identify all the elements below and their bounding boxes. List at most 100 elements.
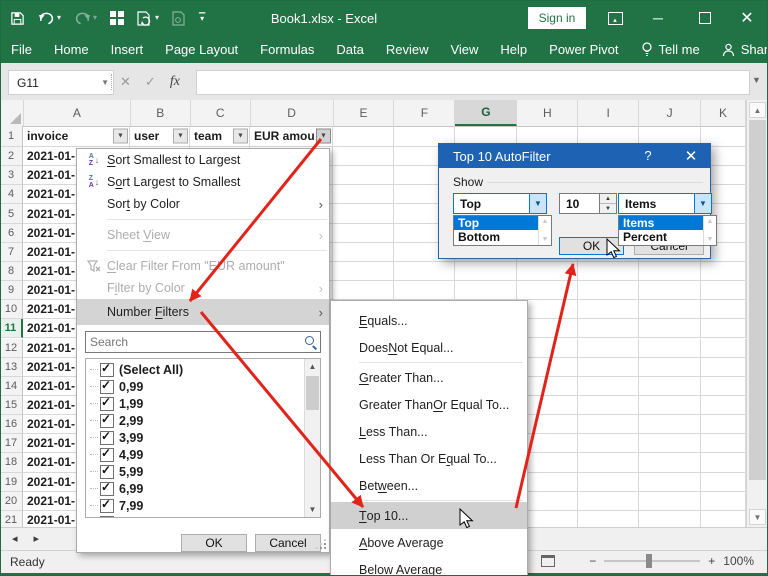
cell-K9[interactable] <box>701 281 746 301</box>
cell-K13[interactable] <box>701 357 746 377</box>
cell-I20[interactable] <box>578 491 639 511</box>
combo-dropdown-icon[interactable]: ▼ <box>694 194 711 213</box>
checkbox-checked-icon[interactable] <box>100 361 114 377</box>
tab-help[interactable]: Help <box>489 36 538 63</box>
checkbox-checked-icon[interactable] <box>100 446 114 462</box>
list-scroll-down-icon[interactable]: ▼ <box>305 502 320 517</box>
column-header-K[interactable]: K <box>701 100 747 126</box>
submenu-item-greater-than[interactable]: Greater Than... <box>331 364 527 391</box>
cell-I8[interactable] <box>578 261 639 282</box>
cell-I14[interactable] <box>578 376 639 396</box>
scroll-down-icon[interactable]: ▼ <box>749 509 766 525</box>
cell-I19[interactable] <box>578 472 639 492</box>
cell-J9[interactable] <box>639 281 701 301</box>
cell-J11[interactable] <box>639 319 701 339</box>
cell-K8[interactable] <box>701 261 746 282</box>
sheet-nav-left-icon[interactable]: ◂ <box>12 532 18 545</box>
search-icon[interactable] <box>302 334 320 350</box>
cell-E3[interactable] <box>333 166 394 186</box>
scroll-up-icon[interactable]: ▲ <box>749 102 766 118</box>
submenu-item-does-not-equal[interactable]: Does Not Equal... <box>331 334 527 361</box>
cell-B1[interactable]: user ▼ <box>130 126 190 147</box>
tab-review[interactable]: Review <box>375 36 440 63</box>
filter-dropdown-button-EUR-amou[interactable]: ▼ <box>316 128 331 144</box>
dialog-ok-button[interactable]: OK <box>559 237 624 255</box>
checkbox-checked-icon[interactable] <box>100 497 114 513</box>
option-top[interactable]: Top <box>454 216 538 230</box>
row-header-16[interactable]: 16 <box>0 415 23 435</box>
cell-D1[interactable]: EUR amou ▼ <box>250 126 333 147</box>
sign-in-button[interactable]: Sign in <box>528 7 586 29</box>
filter-search-box[interactable] <box>85 331 321 353</box>
share-button[interactable]: Share <box>711 36 768 63</box>
spinner-up-icon[interactable]: ▲ <box>600 194 616 204</box>
column-header-A[interactable]: A <box>24 100 131 126</box>
filter-value-row[interactable]: 2,99 <box>86 412 304 429</box>
row-header-5[interactable]: 5 <box>0 204 23 224</box>
cell-E7[interactable] <box>333 242 394 262</box>
checkbox-checked-icon[interactable] <box>100 378 114 394</box>
row-header-4[interactable]: 4 <box>0 185 23 205</box>
maximize-button[interactable] <box>690 0 720 36</box>
close-button[interactable]: ✕ <box>732 0 762 36</box>
row-header-14[interactable]: 14 <box>0 376 23 396</box>
checkbox-checked-icon[interactable] <box>100 395 114 411</box>
column-header-D[interactable]: D <box>251 100 334 126</box>
minimize-button[interactable]: ─ <box>643 0 673 36</box>
cell-J12[interactable] <box>639 338 701 358</box>
expand-formula-bar-icon[interactable]: ▼ <box>752 75 761 85</box>
row-header-12[interactable]: 12 <box>0 338 23 358</box>
insert-function-icon[interactable]: fx <box>170 74 180 90</box>
filter-value-row[interactable]: 3,99 <box>86 429 304 446</box>
page-layout-icon[interactable] <box>541 555 555 567</box>
row-header-15[interactable]: 15 <box>0 395 23 416</box>
dialog-title-bar[interactable]: Top 10 AutoFilter <box>439 144 710 168</box>
spinner-down-icon[interactable]: ▼ <box>600 204 616 213</box>
checkbox-checked-icon[interactable] <box>100 463 114 479</box>
column-header-E[interactable]: E <box>334 100 395 126</box>
filter-dropdown-button-team[interactable]: ▼ <box>233 128 248 144</box>
cell-J13[interactable] <box>639 357 701 377</box>
row-header-6[interactable]: 6 <box>0 223 23 243</box>
cell-J20[interactable] <box>639 491 701 511</box>
submenu-item-between[interactable]: Bet w een... <box>331 472 527 499</box>
cell-K18[interactable] <box>701 453 746 473</box>
count-spinner[interactable]: 10 ▲ ▼ <box>559 193 617 214</box>
cell-K20[interactable] <box>701 491 746 511</box>
row-header-9[interactable]: 9 <box>0 281 23 301</box>
dialog-help-icon[interactable]: ? <box>639 148 657 163</box>
menu-item-number-filters[interactable]: Number Filters › <box>77 299 329 325</box>
zoom-level-label[interactable]: 100% <box>723 554 754 568</box>
filter-value-row[interactable]: 1,99 <box>86 395 304 412</box>
ribbon-display-options-icon[interactable]: ▴ <box>600 0 630 36</box>
filter-value-row[interactable]: 0,99 <box>86 378 304 395</box>
column-header-I[interactable]: I <box>578 100 640 126</box>
cell-J15[interactable] <box>639 395 701 416</box>
row-header-7[interactable]: 7 <box>0 242 23 262</box>
filter-value-row[interactable]: (Select All) <box>86 361 304 378</box>
dialog-close-icon[interactable]: ✕ <box>681 147 701 165</box>
row-header-2[interactable]: 2 <box>0 147 23 167</box>
select-all-corner[interactable] <box>0 100 24 126</box>
cell-E4[interactable] <box>333 185 394 205</box>
cell-C1[interactable]: team ▼ <box>190 126 250 147</box>
row-header-1[interactable]: 1 <box>0 126 23 147</box>
combo-dropdown-icon[interactable]: ▼ <box>529 194 546 213</box>
items-percent-open-list[interactable]: ▲ ▼ Items Percent <box>618 215 717 246</box>
zoom-out-icon[interactable]: − <box>589 554 596 568</box>
cell-E9[interactable] <box>333 281 394 301</box>
column-header-F[interactable]: F <box>394 100 456 126</box>
tab-page-layout[interactable]: Page Layout <box>154 36 249 63</box>
cell-K17[interactable] <box>701 434 746 454</box>
cell-J18[interactable] <box>639 453 701 473</box>
row-header-3[interactable]: 3 <box>0 166 23 186</box>
top-bottom-open-list[interactable]: ▲ ▼ Top Bottom <box>453 215 552 246</box>
name-box-dropdown-icon[interactable]: ▼ <box>101 78 109 87</box>
tab-home[interactable]: Home <box>43 36 100 63</box>
submenu-item-greater-than-or-equal-to[interactable]: Greater Than Or Equal To... <box>331 391 527 418</box>
cell-E5[interactable] <box>333 204 394 224</box>
cell-J14[interactable] <box>639 376 701 396</box>
row-header-8[interactable]: 8 <box>0 261 23 282</box>
row-header-17[interactable]: 17 <box>0 434 23 454</box>
menu-item-sort-by-color[interactable]: Sort by Color › <box>77 193 329 215</box>
